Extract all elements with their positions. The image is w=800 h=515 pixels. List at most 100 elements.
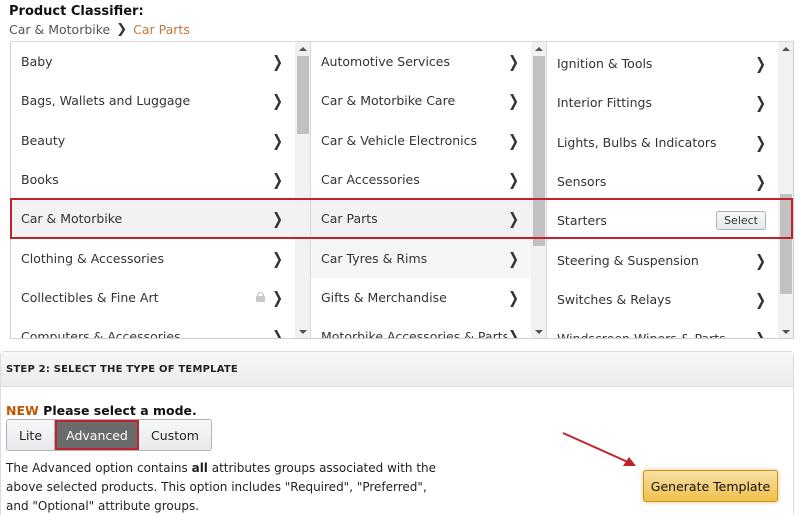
chevron-right-icon: ❯ <box>755 289 766 309</box>
mode-advanced-button[interactable]: Advanced <box>55 420 139 450</box>
chevron-right-icon: ❯ <box>272 52 283 72</box>
category-item[interactable]: Books ❯ <box>11 160 295 199</box>
category-item[interactable]: Clothing & Accessories ❯ <box>11 238 295 277</box>
mode-description: The Advanced option contains all attribu… <box>6 459 446 515</box>
mode-selector: Lite Advanced Custom <box>6 419 212 451</box>
breadcrumb-separator-icon: ❯ <box>116 22 128 37</box>
breadcrumb-current: Car Parts <box>133 22 190 37</box>
category-list: Automotive Services ❯ Car & Motorbike Care… <box>311 42 531 339</box>
category-item-label: Lights, Bulbs & Indicators <box>557 134 717 150</box>
generate-template-button[interactable]: Generate Template <box>643 470 778 502</box>
category-column-2: Automotive Services ❯ Car & Motorbike Care… <box>311 42 547 339</box>
scrollbar[interactable] <box>531 42 546 338</box>
breadcrumb-parent[interactable]: Car & Motorbike <box>9 22 110 37</box>
category-item-label: Windscreen Wipers & Parts <box>557 331 726 339</box>
chevron-right-icon: ❯ <box>755 54 766 74</box>
category-item-label: Car Parts <box>321 211 378 227</box>
chevron-right-icon: ❯ <box>272 130 283 150</box>
mode-lite-button[interactable]: Lite <box>7 420 55 450</box>
category-column-3: Ignition & Tools ❯ Interior Fittings ❯ Light… <box>547 42 793 339</box>
chevron-right-icon: ❯ <box>508 248 519 268</box>
category-item[interactable]: Car & Vehicle Electronics ❯ <box>311 121 531 160</box>
category-item[interactable]: Sensors ❯ <box>547 162 778 201</box>
chevron-right-icon: ❯ <box>508 130 519 150</box>
chevron-right-icon: ❯ <box>755 329 766 339</box>
category-item[interactable]: Starters Select <box>547 201 778 240</box>
category-item-label: Sensors <box>557 174 607 190</box>
category-item[interactable]: Beauty ❯ <box>11 121 295 160</box>
category-item-label: Car & Motorbike Care <box>321 93 456 109</box>
category-item[interactable]: Steering & Suspension ❯ <box>547 240 778 279</box>
breadcrumb: Car & Motorbike ❯ Car Parts <box>9 22 190 37</box>
mode-custom-button[interactable]: Custom <box>139 420 211 450</box>
category-item-label: Car & Vehicle Electronics <box>321 132 478 148</box>
chevron-right-icon: ❯ <box>755 132 766 152</box>
category-item-label: Car Accessories <box>321 172 420 188</box>
category-item[interactable]: Gifts & Merchandise ❯ <box>311 278 531 317</box>
chevron-right-icon: ❯ <box>508 170 519 190</box>
category-item[interactable]: Car Accessories ❯ <box>311 160 531 199</box>
category-item[interactable]: Motorbike Accessories & Parts ❯ <box>311 317 531 339</box>
description-text: The Advanced option contains <box>6 461 192 475</box>
chevron-right-icon: ❯ <box>755 250 766 270</box>
description-emphasis: all <box>191 461 208 475</box>
chevron-right-icon: ❯ <box>272 248 283 268</box>
category-item[interactable]: Automotive Services ❯ <box>311 42 531 81</box>
category-item[interactable]: Car & Motorbike Care ❯ <box>311 81 531 120</box>
category-item-label: Interior Fittings <box>557 95 652 111</box>
category-item[interactable]: Computers & Accessories ❯ <box>11 317 295 339</box>
new-badge: NEW <box>6 403 39 418</box>
category-list: Ignition & Tools ❯ Interior Fittings ❯ Light… <box>547 44 778 339</box>
category-item-label: Switches & Relays <box>557 291 672 307</box>
category-item[interactable]: Car & Motorbike ❯ <box>11 199 295 239</box>
chevron-right-icon: ❯ <box>755 93 766 113</box>
category-item[interactable]: Bags, Wallets and Luggage ❯ <box>11 81 295 120</box>
chevron-right-icon: ❯ <box>272 170 283 190</box>
mode-prompt-text: Please select a mode. <box>43 403 197 418</box>
category-item[interactable]: Interior Fittings ❯ <box>547 83 778 122</box>
scrollbar-thumb[interactable] <box>297 56 309 134</box>
category-item-label: Collectibles & Fine Art <box>21 289 159 305</box>
chevron-right-icon: ❯ <box>508 52 519 72</box>
category-item[interactable]: Switches & Relays ❯ <box>547 280 778 319</box>
category-list: Baby ❯ Bags, Wallets and Luggage ❯ Beauty ❯ Bo… <box>11 42 295 339</box>
mode-prompt: NEW Please select a mode. <box>6 403 197 418</box>
scroll-up-arrow-icon[interactable] <box>299 47 307 51</box>
category-column-1: Baby ❯ Bags, Wallets and Luggage ❯ Beauty ❯ Bo… <box>11 42 311 339</box>
category-item-label: Ignition & Tools <box>557 56 653 72</box>
chevron-right-icon: ❯ <box>508 327 519 339</box>
category-item-label: Gifts & Merchandise <box>321 289 447 305</box>
category-item[interactable]: Lights, Bulbs & Indicators ❯ <box>547 123 778 162</box>
category-item-label: Starters <box>557 213 607 229</box>
category-item-label: Clothing & Accessories <box>21 250 164 266</box>
scroll-down-arrow-icon[interactable] <box>782 330 790 334</box>
chevron-right-icon: ❯ <box>272 287 283 307</box>
scroll-down-arrow-icon[interactable] <box>535 330 543 334</box>
scroll-up-arrow-icon[interactable] <box>535 47 543 51</box>
chevron-right-icon: ❯ <box>272 91 283 111</box>
chevron-right-icon: ❯ <box>272 209 283 229</box>
lock-icon <box>256 292 265 303</box>
category-browser: Baby ❯ Bags, Wallets and Luggage ❯ Beauty ❯ Bo… <box>10 41 794 339</box>
scroll-up-arrow-icon[interactable] <box>782 47 790 51</box>
scrollbar-thumb[interactable] <box>533 56 545 246</box>
category-item[interactable]: Ignition & Tools ❯ <box>547 44 778 83</box>
category-item-label: Motorbike Accessories & Parts <box>321 329 507 339</box>
category-item-label: Books <box>21 172 59 188</box>
category-item[interactable]: Collectibles & Fine Art ❯ <box>11 278 295 317</box>
chevron-right-icon: ❯ <box>508 209 519 229</box>
category-item-label: Car & Motorbike <box>21 211 123 227</box>
category-item-label: Computers & Accessories <box>21 329 181 339</box>
category-item[interactable]: Car Tyres & Rims ❯ <box>311 238 531 278</box>
category-item-label: Car Tyres & Rims <box>321 250 428 266</box>
category-item[interactable]: Baby ❯ <box>11 42 295 81</box>
scroll-down-arrow-icon[interactable] <box>299 330 307 334</box>
scrollbar[interactable] <box>778 42 793 338</box>
category-item-label: Bags, Wallets and Luggage <box>21 93 191 109</box>
scrollbar[interactable] <box>295 42 310 338</box>
select-button[interactable]: Select <box>716 211 766 231</box>
scrollbar-thumb[interactable] <box>780 194 792 294</box>
category-item[interactable]: Car Parts ❯ <box>311 199 531 239</box>
chevron-right-icon: ❯ <box>508 91 519 111</box>
category-item[interactable]: Windscreen Wipers & Parts ❯ <box>547 319 778 339</box>
